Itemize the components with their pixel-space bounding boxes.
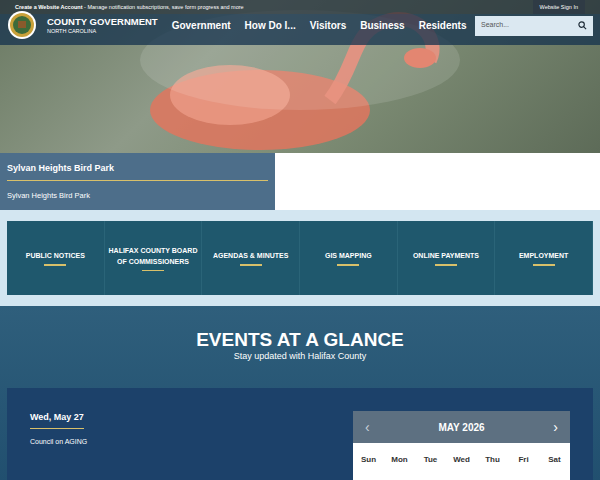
calendar-weekdays: SunMonTueWedThuFriSat [353,443,570,480]
quick-link-underline [435,264,457,266]
events-heading: EVENTS AT A GLANCE [196,329,404,351]
header: COUNTY GOVERNMENT NORTH CAROLINA Governmen… [0,14,600,45]
next-month-button[interactable]: › [553,417,558,438]
hero-caption: Sylvan Heights Bird Park Sylvan Heights B… [0,153,275,210]
weekday-label: Thu [477,454,508,466]
quick-links: PUBLIC NOTICES HALIFAX COUNTY BOARD OF CO… [0,210,600,306]
quick-link-label[interactable]: EMPLOYMENT [519,250,568,261]
quick-link-tile[interactable]: EMPLOYMENT [495,221,593,295]
quick-link-underline [142,270,164,272]
quick-link-underline [533,264,555,266]
nav-item[interactable]: Visitors [310,18,347,33]
search-input[interactable] [481,20,578,31]
events-list: Wed, May 27 Council on AGING [30,411,353,480]
calendar: ‹ MAY 2026 › SunMonTueWedThuFriSat [353,411,570,480]
events-subheading: Stay updated with Halifax County [234,351,367,362]
county-seal-icon[interactable] [7,10,37,40]
caption-row: Sylvan Heights Bird Park Sylvan Heights B… [0,153,600,210]
events-section: EVENTS AT A GLANCEStay updated with Hali… [0,306,600,480]
magnifier-icon[interactable] [578,21,587,30]
quick-link-label[interactable]: PUBLIC NOTICES [26,250,85,261]
event-title[interactable]: Council on AGING [30,437,353,448]
main-nav: Government How Do I... Visitors Business Res… [172,18,467,33]
weekday-label: Sun [353,454,384,466]
quick-link-underline [44,264,66,266]
top-bar: Create a Website Account - Manage notifi… [0,0,600,14]
quick-links-grid: PUBLIC NOTICES HALIFAX COUNTY BOARD OF CO… [7,221,593,295]
quick-link-underline [337,264,359,266]
calendar-header: ‹ MAY 2026 › [353,411,570,443]
weekday-label: Wed [446,454,477,466]
logo-text[interactable]: COUNTY GOVERNMENT NORTH CAROLINA [47,17,158,34]
quick-link-tile[interactable]: PUBLIC NOTICES [7,221,105,295]
quick-link-tile[interactable]: AGENDAS & MINUTES [202,221,300,295]
event-date: Wed, May 27 [30,411,84,429]
caption-title: Sylvan Heights Bird Park [7,162,268,181]
prev-month-button[interactable]: ‹ [365,417,370,438]
hero: Create a Website Account - Manage notifi… [0,0,600,153]
weekday-label: Mon [384,454,415,466]
weekday-label: Sat [539,454,570,466]
quick-link-label[interactable]: HALIFAX COUNTY BOARD OF COMMISSIONERS [108,245,199,267]
nav-item[interactable]: Residents [419,18,467,33]
weekday-label: Tue [415,454,446,466]
quick-link-underline [240,264,262,266]
events-panel: Wed, May 27 Council on AGING ‹ MAY 2026 › Sun… [7,388,593,480]
quick-link-tile[interactable]: GIS MAPPING [300,221,398,295]
event-item[interactable]: Wed, May 27 Council on AGING [30,411,353,447]
account-text: Create a Website Account - Manage notifi… [15,3,244,11]
logo-subtitle: NORTH CAROLINA [47,29,158,35]
sign-in-button[interactable]: Website Sign In [533,0,585,14]
calendar-month: MAY 2026 [438,420,484,435]
caption-text: Sylvan Heights Bird Park [7,190,268,201]
logo-title[interactable]: COUNTY GOVERNMENT [47,17,158,27]
quick-link-tile[interactable]: ONLINE PAYMENTS [398,221,496,295]
create-account-link[interactable]: Create a Website Account [15,4,83,10]
quick-link-label[interactable]: GIS MAPPING [325,250,372,261]
nav-item[interactable]: Government [172,18,231,33]
quick-link-label[interactable]: AGENDAS & MINUTES [213,250,288,261]
quick-link-label[interactable]: ONLINE PAYMENTS [413,250,479,261]
account-description: - Manage notification subscriptions, sav… [83,4,244,10]
weekday-label: Fri [508,454,539,466]
nav-item[interactable]: How Do I... [245,18,296,33]
quick-link-tile[interactable]: HALIFAX COUNTY BOARD OF COMMISSIONERS [105,221,203,295]
search-box [475,16,593,36]
nav-item[interactable]: Business [360,18,404,33]
